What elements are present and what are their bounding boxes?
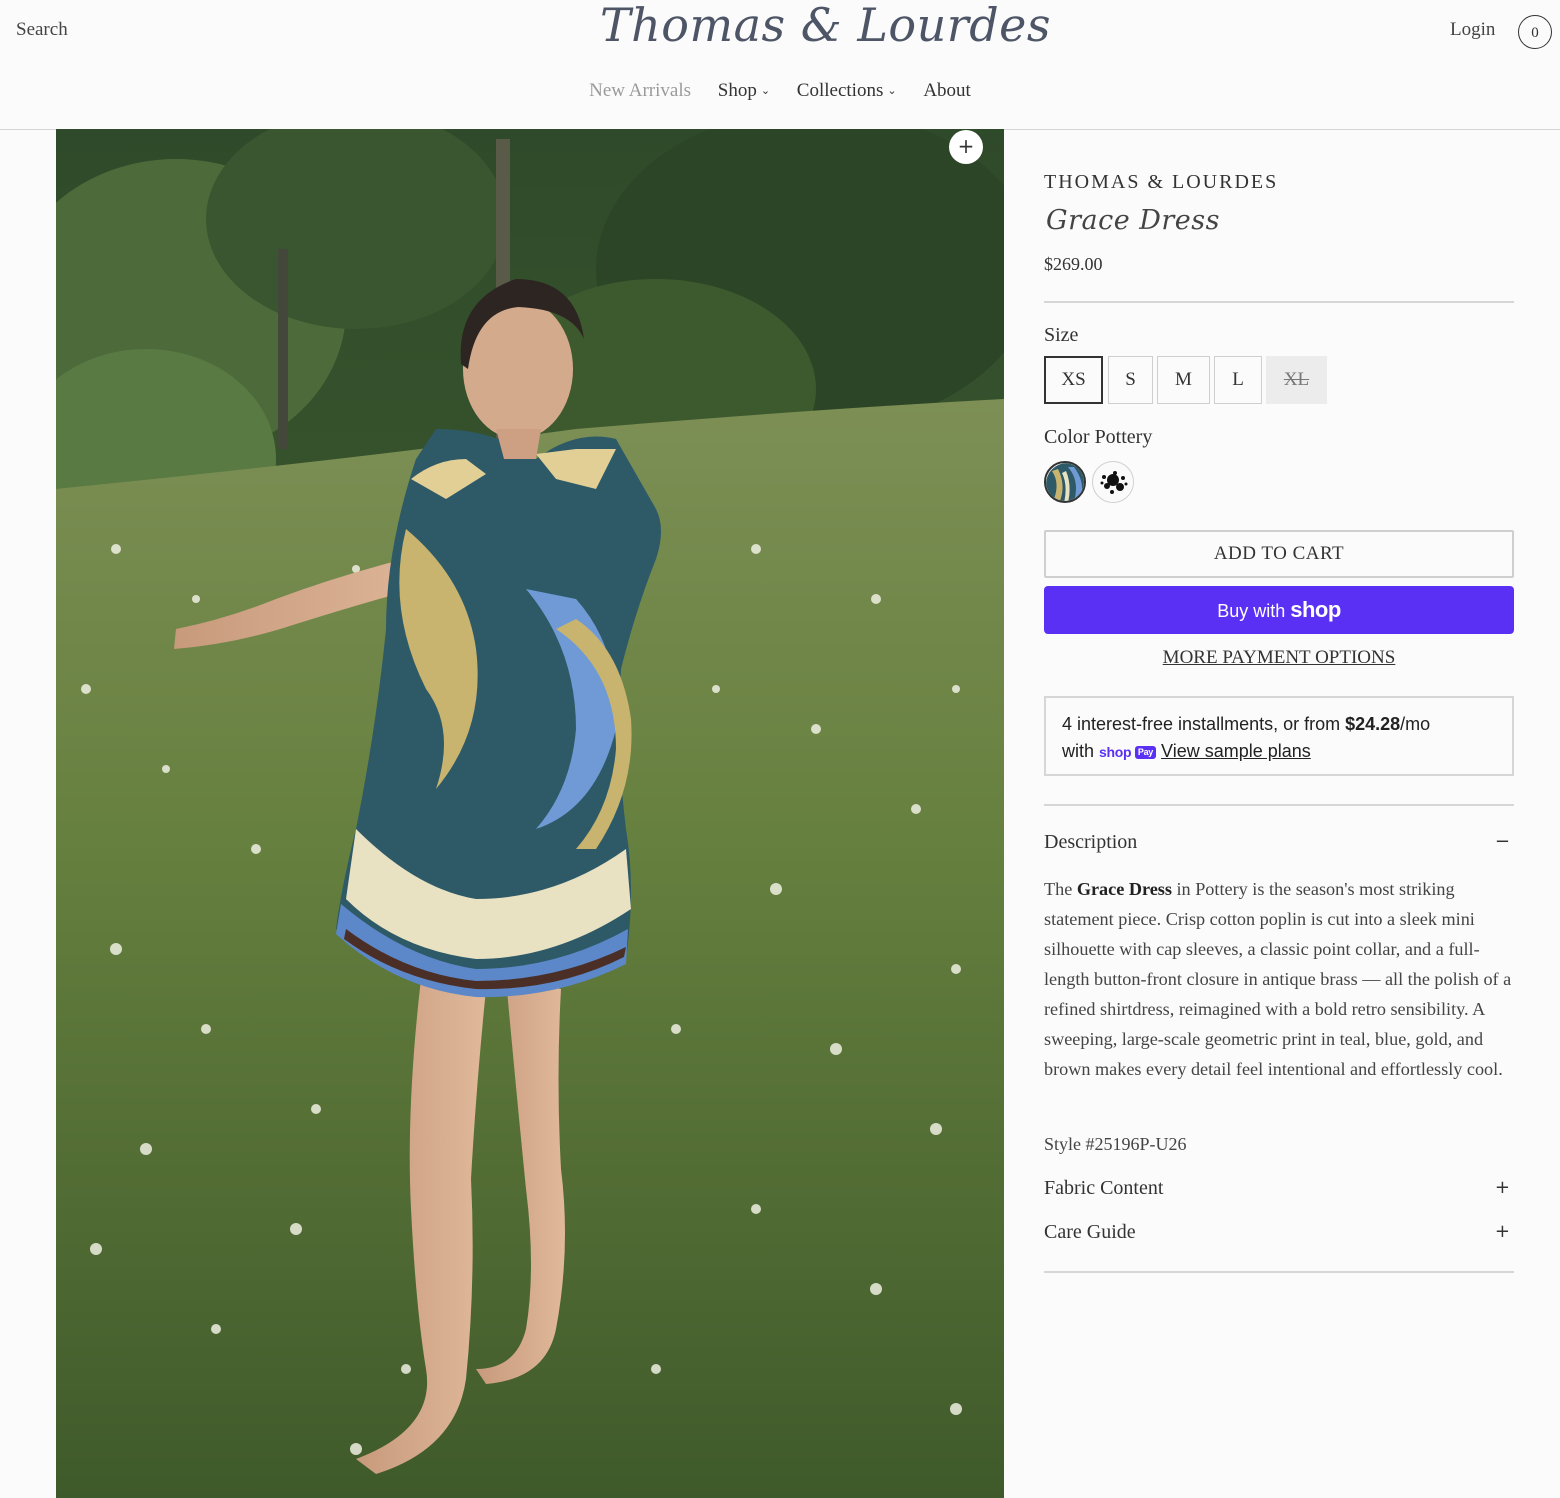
installments-banner: 4 interest-free installments, or from $2… bbox=[1044, 696, 1514, 776]
chevron-down-icon: ⌄ bbox=[887, 85, 897, 97]
buy-with-shop-button[interactable]: Buy with shop bbox=[1044, 586, 1514, 634]
nav-shop[interactable]: Shop ⌄ bbox=[718, 80, 770, 102]
nav-label: Shop bbox=[717, 80, 757, 101]
nav-new-arrivals[interactable]: New Arrivals bbox=[589, 80, 691, 102]
more-payment-options-link[interactable]: MORE PAYMENT OPTIONS bbox=[1044, 647, 1514, 669]
divider bbox=[1044, 301, 1514, 303]
care-guide-accordion[interactable]: Care Guide + bbox=[1044, 1221, 1514, 1244]
installments-with: with bbox=[1062, 741, 1095, 761]
nav-about[interactable]: About bbox=[923, 80, 971, 102]
color-swatch-pottery[interactable] bbox=[1044, 461, 1086, 503]
product-description: The Grace Dress in Pottery is the season… bbox=[1044, 874, 1514, 1084]
style-number: Style #25196P-U26 bbox=[1044, 1134, 1187, 1154]
divider bbox=[1044, 1271, 1514, 1273]
shop-logo: shop bbox=[1290, 597, 1341, 622]
installments-amount: $24.28 bbox=[1345, 714, 1401, 734]
shop-pay-word: shop bbox=[1099, 744, 1132, 760]
site-header: Search Thomas & Lourdes Login 0 New Arri… bbox=[0, 0, 1560, 130]
care-heading: Care Guide bbox=[1044, 1221, 1136, 1243]
description-accordion[interactable]: Description − bbox=[1044, 831, 1514, 854]
zoom-button[interactable]: + bbox=[949, 130, 983, 164]
description-text: in Pottery is the season's most striking… bbox=[1044, 879, 1512, 1079]
size-option-xl[interactable]: XL bbox=[1266, 356, 1327, 404]
size-option-m[interactable]: M bbox=[1157, 356, 1210, 404]
buy-with-label: Buy with bbox=[1217, 601, 1286, 621]
main-nav: New Arrivals Shop ⌄ Collections ⌄ About bbox=[0, 80, 1560, 102]
installments-text: 4 interest-free installments, or from bbox=[1062, 714, 1346, 734]
plus-icon: + bbox=[1494, 1221, 1510, 1242]
description-heading: Description bbox=[1044, 831, 1138, 853]
size-label: Size bbox=[1044, 324, 1079, 346]
product-price: $269.00 bbox=[1044, 254, 1103, 274]
nav-label: Collections bbox=[796, 80, 884, 101]
installments-suffix: /mo bbox=[1400, 714, 1431, 734]
product-photo-illustration bbox=[56, 129, 1004, 1498]
nav-label: New Arrivals bbox=[589, 80, 691, 101]
description-product-name: Grace Dress bbox=[1076, 879, 1172, 899]
size-option-s[interactable]: S bbox=[1108, 356, 1153, 404]
size-option-l[interactable]: L bbox=[1214, 356, 1262, 404]
add-to-cart-button[interactable]: ADD TO CART bbox=[1044, 530, 1514, 578]
product-image[interactable]: + bbox=[56, 129, 1004, 1498]
minus-icon: − bbox=[1494, 831, 1510, 852]
plus-icon: + bbox=[1494, 1177, 1510, 1198]
logo-wordmark: Thomas & Lourdes bbox=[600, 0, 1051, 52]
fabric-content-accordion[interactable]: Fabric Content + bbox=[1044, 1177, 1514, 1200]
view-sample-plans-link[interactable]: View sample plans bbox=[1161, 741, 1311, 761]
product-title: Grace Dress bbox=[1046, 205, 1220, 236]
description-text: The bbox=[1044, 879, 1077, 899]
size-option-xs[interactable]: XS bbox=[1044, 356, 1103, 404]
login-link[interactable]: Login bbox=[1450, 19, 1495, 41]
color-label: Color bbox=[1044, 426, 1090, 448]
search-link[interactable]: Search bbox=[16, 19, 68, 41]
color-swatch-print[interactable] bbox=[1092, 461, 1134, 503]
pay-badge: Pay bbox=[1134, 746, 1156, 759]
pottery-swatch-icon bbox=[1046, 463, 1084, 501]
divider bbox=[1044, 804, 1514, 806]
fabric-heading: Fabric Content bbox=[1044, 1177, 1164, 1199]
cart-count: 0 bbox=[1531, 25, 1539, 41]
nav-collections[interactable]: Collections ⌄ bbox=[797, 80, 897, 102]
shop-pay-logo: shop Pay bbox=[1099, 739, 1156, 766]
chevron-down-icon: ⌄ bbox=[760, 85, 771, 97]
product-brand: THOMAS & LOURDES bbox=[1044, 171, 1279, 193]
color-value: Pottery bbox=[1094, 426, 1153, 448]
color-label-row: Color Pottery bbox=[1044, 426, 1152, 449]
site-logo[interactable]: Thomas & Lourdes bbox=[600, 0, 1051, 64]
cart-icon[interactable]: 0 bbox=[1518, 15, 1552, 49]
print-swatch-icon bbox=[1094, 463, 1133, 502]
nav-label: About bbox=[923, 80, 971, 101]
